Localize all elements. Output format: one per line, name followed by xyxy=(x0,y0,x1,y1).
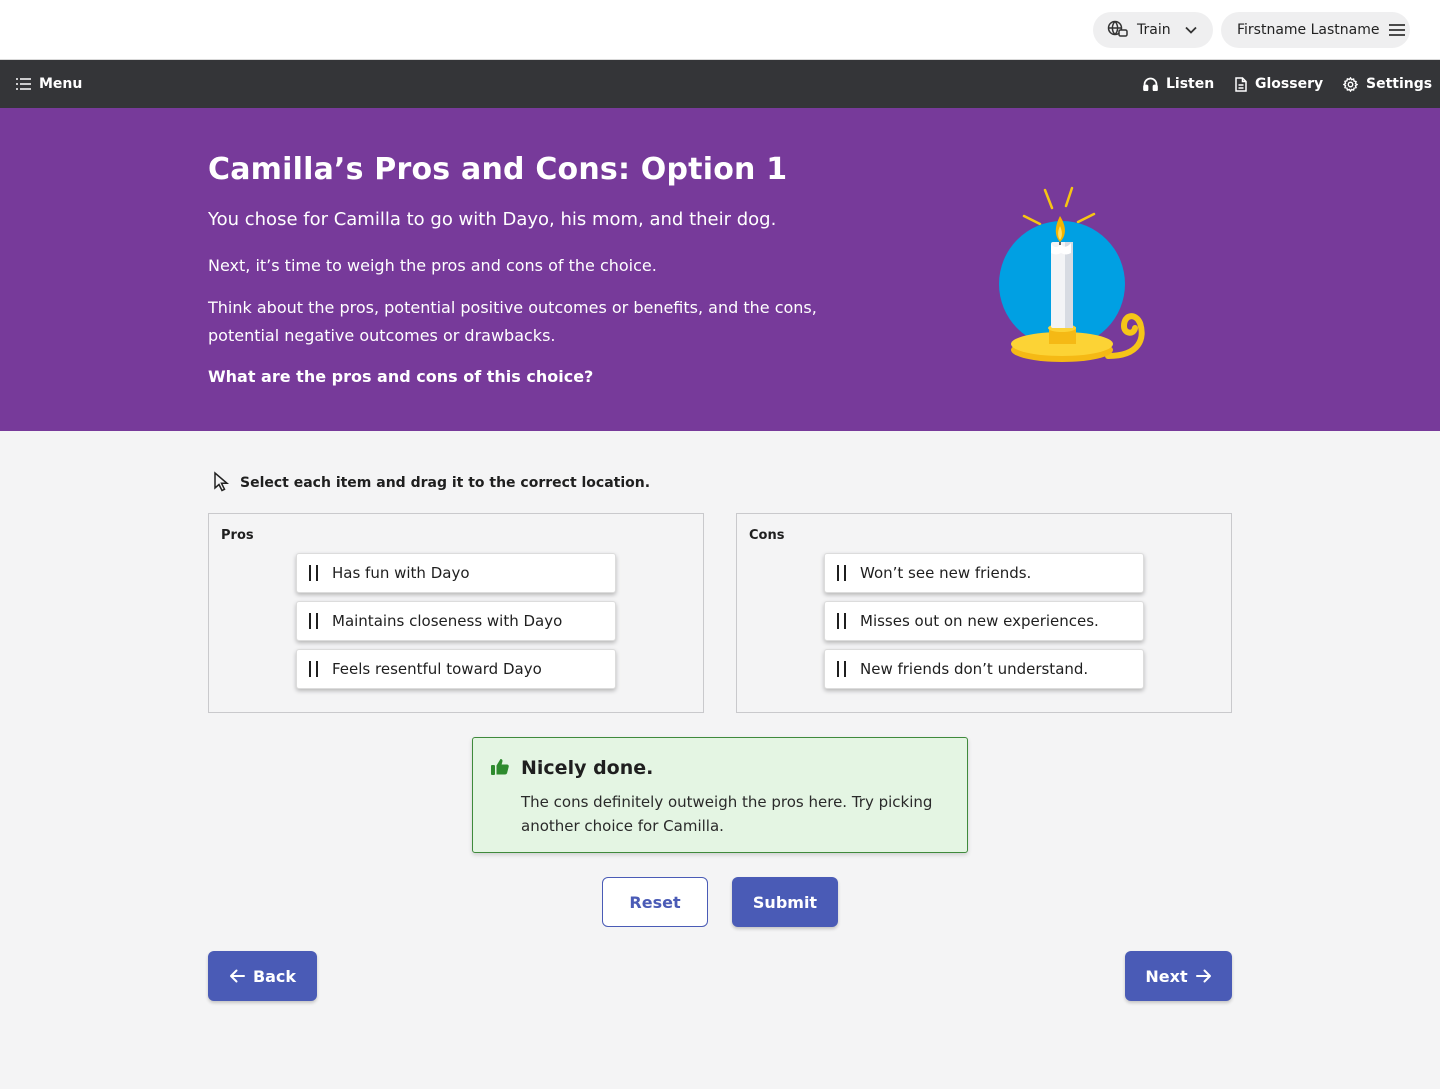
draggable-item[interactable]: Feels resentful toward Dayo xyxy=(296,649,616,689)
hero-paragraph-2: Next, it’s time to weigh the pros and co… xyxy=(208,256,657,275)
instruction: Select each item and drag it to the corr… xyxy=(212,470,650,496)
feedback-panel: Nicely done. The cons definitely outweig… xyxy=(472,737,968,853)
headphones-icon xyxy=(1143,77,1158,91)
reset-label: Reset xyxy=(629,892,681,912)
page-title: Camilla’s Pros and Cons: Option 1 xyxy=(208,152,788,187)
pros-zone-title: Pros xyxy=(221,528,254,543)
settings-button[interactable]: Settings xyxy=(1343,60,1432,108)
back-button[interactable]: Back xyxy=(208,951,317,1001)
draggable-item[interactable]: Won’t see new friends. xyxy=(824,553,1144,593)
drag-handle-icon[interactable] xyxy=(837,565,846,581)
glossery-button[interactable]: Glossery xyxy=(1235,60,1323,108)
item-label: Won’t see new friends. xyxy=(860,564,1032,582)
draggable-item[interactable]: New friends don’t understand. xyxy=(824,649,1144,689)
menu-button[interactable]: Menu xyxy=(16,60,82,108)
cons-zone-title: Cons xyxy=(749,528,785,543)
settings-label: Settings xyxy=(1366,76,1433,92)
item-label: Maintains closeness with Dayo xyxy=(332,612,563,630)
candle-illustration xyxy=(990,178,1160,382)
instruction-text: Select each item and drag it to the corr… xyxy=(240,475,651,491)
submit-button[interactable]: Submit xyxy=(732,877,838,927)
feedback-text: The cons definitely outweigh the pros he… xyxy=(521,793,933,835)
draggable-item[interactable]: Maintains closeness with Dayo xyxy=(296,601,616,641)
submit-label: Submit xyxy=(752,892,818,912)
draggable-item[interactable]: Misses out on new experiences. xyxy=(824,601,1144,641)
arrow-right-icon xyxy=(1195,969,1212,983)
listen-label: Listen xyxy=(1166,76,1215,92)
hamburger-icon xyxy=(1389,24,1406,36)
menu-label: Menu xyxy=(39,76,83,92)
thumbs-up-icon xyxy=(491,758,509,779)
hero-question: What are the pros and cons of this choic… xyxy=(208,367,594,386)
item-label: Misses out on new experiences. xyxy=(860,612,1099,630)
pointer-cursor-icon xyxy=(212,470,230,496)
draggable-item[interactable]: Has fun with Dayo xyxy=(296,553,616,593)
globe-chat-icon xyxy=(1107,20,1129,40)
drag-handle-icon[interactable] xyxy=(837,613,846,629)
drag-handle-icon[interactable] xyxy=(309,661,318,677)
hero-paragraph-1: You chose for Camilla to go with Dayo, h… xyxy=(208,209,777,230)
mode-selector[interactable]: Train xyxy=(1093,12,1213,48)
user-name: Firstname Lastname xyxy=(1237,22,1380,38)
item-label: Has fun with Dayo xyxy=(332,564,470,582)
drag-handle-icon[interactable] xyxy=(837,661,846,677)
item-label: New friends don’t understand. xyxy=(860,660,1089,678)
hero-banner: Camilla’s Pros and Cons: Option 1 You ch… xyxy=(0,108,1440,431)
user-menu[interactable]: Firstname Lastname xyxy=(1221,12,1410,48)
next-label: Next xyxy=(1145,966,1188,986)
feedback-title: Nicely done. xyxy=(521,757,654,779)
mode-label: Train xyxy=(1137,22,1171,38)
arrow-left-icon xyxy=(229,969,245,983)
back-label: Back xyxy=(252,966,297,986)
cons-drop-zone[interactable]: Cons Won’t see new friends. Misses out o… xyxy=(736,513,1232,713)
pros-drop-zone[interactable]: Pros Has fun with Dayo Maintains closene… xyxy=(208,513,704,713)
item-label: Feels resentful toward Dayo xyxy=(332,660,542,678)
glossery-label: Glossery xyxy=(1255,76,1324,92)
drag-handle-icon[interactable] xyxy=(309,613,318,629)
listen-button[interactable]: Listen xyxy=(1143,60,1214,108)
list-icon xyxy=(16,78,31,90)
hero-paragraph-3: Think about the pros, potential positive… xyxy=(208,298,817,345)
next-button[interactable]: Next xyxy=(1125,951,1232,1001)
nav-bar: Menu Listen Glossery Settings xyxy=(0,60,1440,108)
top-bar: Train Firstname Lastname xyxy=(0,0,1440,60)
gear-icon xyxy=(1343,76,1358,92)
document-icon xyxy=(1235,76,1247,92)
drag-handle-icon[interactable] xyxy=(309,565,318,581)
chevron-down-icon xyxy=(1184,26,1197,34)
reset-button[interactable]: Reset xyxy=(602,877,708,927)
